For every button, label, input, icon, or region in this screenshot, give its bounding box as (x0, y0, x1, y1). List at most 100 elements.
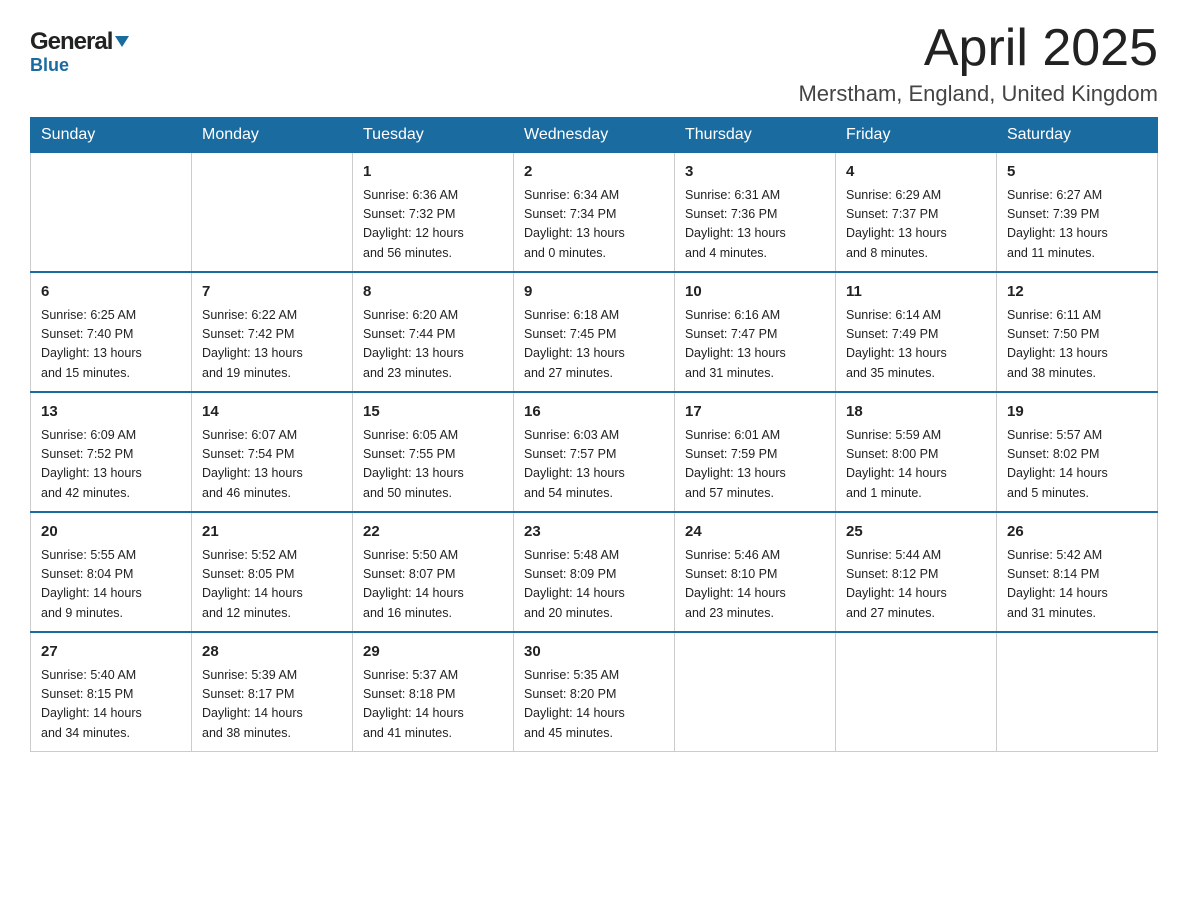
day-number: 2 (524, 161, 664, 184)
table-row: 30Sunrise: 5:35 AM Sunset: 8:20 PM Dayli… (514, 632, 675, 752)
day-number: 4 (846, 161, 986, 184)
day-number: 15 (363, 401, 503, 424)
table-row (192, 153, 353, 273)
day-number: 13 (41, 401, 181, 424)
col-thursday: Thursday (675, 118, 836, 153)
day-info: Sunrise: 5:48 AM Sunset: 8:09 PM Dayligh… (524, 546, 664, 624)
page-subtitle: Merstham, England, United Kingdom (798, 81, 1158, 107)
day-info: Sunrise: 6:34 AM Sunset: 7:34 PM Dayligh… (524, 186, 664, 264)
title-area: April 2025 Merstham, England, United Kin… (798, 20, 1158, 107)
table-row: 1Sunrise: 6:36 AM Sunset: 7:32 PM Daylig… (353, 153, 514, 273)
table-row: 25Sunrise: 5:44 AM Sunset: 8:12 PM Dayli… (836, 512, 997, 632)
day-info: Sunrise: 5:52 AM Sunset: 8:05 PM Dayligh… (202, 546, 342, 624)
day-number: 8 (363, 281, 503, 304)
table-row: 3Sunrise: 6:31 AM Sunset: 7:36 PM Daylig… (675, 153, 836, 273)
table-row: 19Sunrise: 5:57 AM Sunset: 8:02 PM Dayli… (997, 392, 1158, 512)
day-number: 7 (202, 281, 342, 304)
table-row: 26Sunrise: 5:42 AM Sunset: 8:14 PM Dayli… (997, 512, 1158, 632)
day-info: Sunrise: 5:39 AM Sunset: 8:17 PM Dayligh… (202, 666, 342, 744)
day-info: Sunrise: 5:50 AM Sunset: 8:07 PM Dayligh… (363, 546, 503, 624)
logo-blue-text: Blue (30, 56, 69, 74)
calendar-week-row: 13Sunrise: 6:09 AM Sunset: 7:52 PM Dayli… (31, 392, 1158, 512)
day-number: 20 (41, 521, 181, 544)
col-tuesday: Tuesday (353, 118, 514, 153)
table-row: 20Sunrise: 5:55 AM Sunset: 8:04 PM Dayli… (31, 512, 192, 632)
day-number: 5 (1007, 161, 1147, 184)
day-number: 10 (685, 281, 825, 304)
day-info: Sunrise: 6:09 AM Sunset: 7:52 PM Dayligh… (41, 426, 181, 504)
logo: General Blue (30, 28, 129, 74)
table-row: 10Sunrise: 6:16 AM Sunset: 7:47 PM Dayli… (675, 272, 836, 392)
table-row (997, 632, 1158, 752)
day-number: 17 (685, 401, 825, 424)
day-number: 12 (1007, 281, 1147, 304)
day-info: Sunrise: 5:37 AM Sunset: 8:18 PM Dayligh… (363, 666, 503, 744)
day-info: Sunrise: 5:46 AM Sunset: 8:10 PM Dayligh… (685, 546, 825, 624)
day-info: Sunrise: 6:14 AM Sunset: 7:49 PM Dayligh… (846, 306, 986, 384)
day-number: 27 (41, 641, 181, 664)
day-number: 16 (524, 401, 664, 424)
day-info: Sunrise: 6:29 AM Sunset: 7:37 PM Dayligh… (846, 186, 986, 264)
table-row (31, 153, 192, 273)
table-row: 12Sunrise: 6:11 AM Sunset: 7:50 PM Dayli… (997, 272, 1158, 392)
table-row: 8Sunrise: 6:20 AM Sunset: 7:44 PM Daylig… (353, 272, 514, 392)
table-row: 16Sunrise: 6:03 AM Sunset: 7:57 PM Dayli… (514, 392, 675, 512)
day-number: 11 (846, 281, 986, 304)
day-number: 29 (363, 641, 503, 664)
day-info: Sunrise: 6:27 AM Sunset: 7:39 PM Dayligh… (1007, 186, 1147, 264)
table-row: 7Sunrise: 6:22 AM Sunset: 7:42 PM Daylig… (192, 272, 353, 392)
day-number: 1 (363, 161, 503, 184)
table-row (836, 632, 997, 752)
page-header: General Blue April 2025 Merstham, Englan… (30, 20, 1158, 107)
day-number: 3 (685, 161, 825, 184)
day-info: Sunrise: 6:22 AM Sunset: 7:42 PM Dayligh… (202, 306, 342, 384)
day-info: Sunrise: 5:42 AM Sunset: 8:14 PM Dayligh… (1007, 546, 1147, 624)
day-info: Sunrise: 6:03 AM Sunset: 7:57 PM Dayligh… (524, 426, 664, 504)
col-friday: Friday (836, 118, 997, 153)
calendar-week-row: 1Sunrise: 6:36 AM Sunset: 7:32 PM Daylig… (31, 153, 1158, 273)
calendar-table: Sunday Monday Tuesday Wednesday Thursday… (30, 117, 1158, 752)
day-number: 24 (685, 521, 825, 544)
day-number: 22 (363, 521, 503, 544)
table-row: 9Sunrise: 6:18 AM Sunset: 7:45 PM Daylig… (514, 272, 675, 392)
col-sunday: Sunday (31, 118, 192, 153)
col-wednesday: Wednesday (514, 118, 675, 153)
day-number: 9 (524, 281, 664, 304)
table-row: 6Sunrise: 6:25 AM Sunset: 7:40 PM Daylig… (31, 272, 192, 392)
table-row: 5Sunrise: 6:27 AM Sunset: 7:39 PM Daylig… (997, 153, 1158, 273)
day-info: Sunrise: 5:59 AM Sunset: 8:00 PM Dayligh… (846, 426, 986, 504)
day-number: 28 (202, 641, 342, 664)
day-info: Sunrise: 6:16 AM Sunset: 7:47 PM Dayligh… (685, 306, 825, 384)
day-number: 19 (1007, 401, 1147, 424)
day-info: Sunrise: 5:44 AM Sunset: 8:12 PM Dayligh… (846, 546, 986, 624)
day-info: Sunrise: 6:05 AM Sunset: 7:55 PM Dayligh… (363, 426, 503, 504)
table-row: 23Sunrise: 5:48 AM Sunset: 8:09 PM Dayli… (514, 512, 675, 632)
day-info: Sunrise: 6:11 AM Sunset: 7:50 PM Dayligh… (1007, 306, 1147, 384)
table-row: 15Sunrise: 6:05 AM Sunset: 7:55 PM Dayli… (353, 392, 514, 512)
day-info: Sunrise: 6:07 AM Sunset: 7:54 PM Dayligh… (202, 426, 342, 504)
day-number: 18 (846, 401, 986, 424)
table-row: 24Sunrise: 5:46 AM Sunset: 8:10 PM Dayli… (675, 512, 836, 632)
day-info: Sunrise: 6:25 AM Sunset: 7:40 PM Dayligh… (41, 306, 181, 384)
day-number: 25 (846, 521, 986, 544)
table-row: 28Sunrise: 5:39 AM Sunset: 8:17 PM Dayli… (192, 632, 353, 752)
table-row: 13Sunrise: 6:09 AM Sunset: 7:52 PM Dayli… (31, 392, 192, 512)
logo-arrow-icon (115, 36, 129, 47)
calendar-week-row: 20Sunrise: 5:55 AM Sunset: 8:04 PM Dayli… (31, 512, 1158, 632)
day-info: Sunrise: 5:57 AM Sunset: 8:02 PM Dayligh… (1007, 426, 1147, 504)
table-row: 18Sunrise: 5:59 AM Sunset: 8:00 PM Dayli… (836, 392, 997, 512)
table-row: 4Sunrise: 6:29 AM Sunset: 7:37 PM Daylig… (836, 153, 997, 273)
day-info: Sunrise: 6:20 AM Sunset: 7:44 PM Dayligh… (363, 306, 503, 384)
day-info: Sunrise: 6:31 AM Sunset: 7:36 PM Dayligh… (685, 186, 825, 264)
day-info: Sunrise: 6:01 AM Sunset: 7:59 PM Dayligh… (685, 426, 825, 504)
table-row: 14Sunrise: 6:07 AM Sunset: 7:54 PM Dayli… (192, 392, 353, 512)
day-info: Sunrise: 5:35 AM Sunset: 8:20 PM Dayligh… (524, 666, 664, 744)
col-saturday: Saturday (997, 118, 1158, 153)
col-monday: Monday (192, 118, 353, 153)
day-number: 14 (202, 401, 342, 424)
table-row (675, 632, 836, 752)
day-number: 23 (524, 521, 664, 544)
logo-general-text: General (30, 28, 112, 56)
page-title: April 2025 (798, 20, 1158, 77)
day-number: 21 (202, 521, 342, 544)
